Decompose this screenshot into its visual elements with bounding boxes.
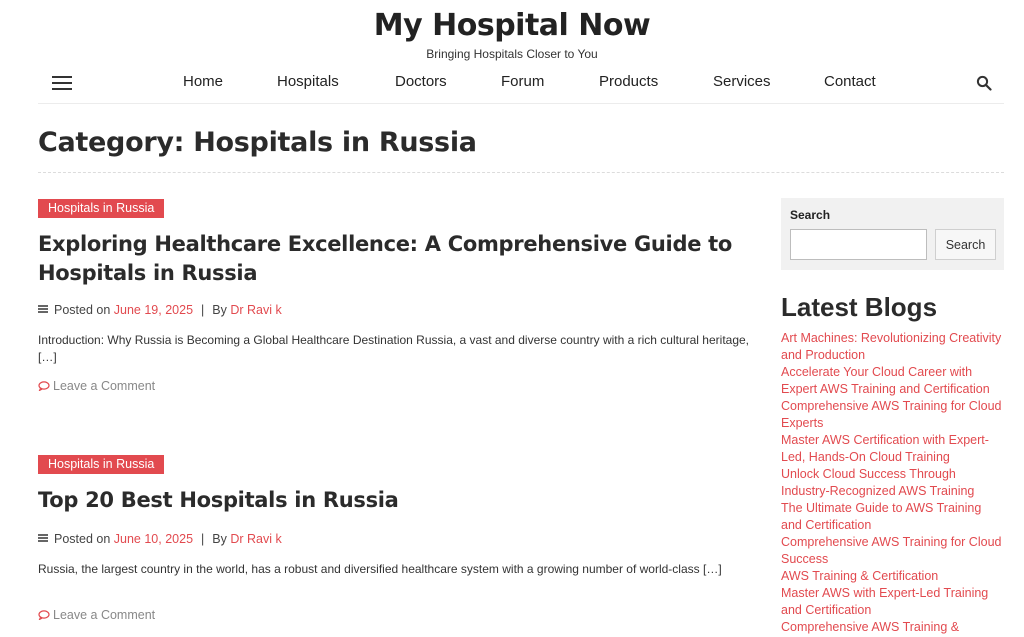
leave-comment-link[interactable]: Leave a Comment (38, 379, 155, 393)
search-input[interactable] (790, 229, 927, 260)
latest-blog-link[interactable]: AWS Training & Certification (781, 568, 1004, 585)
nav-item-home[interactable]: Home (183, 73, 223, 90)
latest-blog-link[interactable]: Master AWS with Expert-Led Training and … (781, 585, 1004, 619)
latest-blog-link[interactable]: Art Machines: Revolutionizing Creativity… (781, 330, 1004, 364)
post-title[interactable]: Exploring Healthcare Excellence: A Compr… (38, 230, 758, 288)
latest-blog-link[interactable]: Comprehensive AWS Training for Cloud Exp… (781, 398, 1004, 432)
posted-on-label: Posted on (54, 532, 111, 546)
search-label: Search (790, 208, 831, 222)
leave-comment-link[interactable]: Leave a Comment (38, 608, 155, 622)
meta-separator: | (201, 303, 205, 317)
search-icon[interactable] (976, 75, 992, 91)
nav-item-services[interactable]: Services (713, 73, 771, 90)
post-date-link[interactable]: June 10, 2025 (114, 532, 193, 546)
nav-item-doctors[interactable]: Doctors (395, 73, 447, 90)
post-excerpt: Introduction: Why Russia is Becoming a G… (38, 333, 750, 364)
latest-blog-link[interactable]: Comprehensive AWS Training for Cloud Suc… (781, 534, 1004, 568)
post-meta: Posted on June 10, 2025 | By Dr Ravi k (38, 532, 282, 546)
site-header: My Hospital Now Bringing Hospitals Close… (0, 0, 1024, 106)
by-label: By (212, 303, 227, 317)
post-author-link[interactable]: Dr Ravi k (230, 303, 281, 317)
post-date-link[interactable]: June 19, 2025 (114, 303, 193, 317)
latest-blogs-title: Latest Blogs (781, 292, 938, 322)
nav-item-contact[interactable]: Contact (824, 73, 876, 90)
comment-bubble-icon (38, 610, 50, 620)
nav-item-forum[interactable]: Forum (501, 73, 544, 90)
latest-blog-link[interactable]: The Ultimate Guide to AWS Training and C… (781, 500, 1004, 534)
latest-blog-link[interactable]: Accelerate Your Cloud Career with Expert… (781, 364, 1004, 398)
comment-bubble-icon (38, 381, 50, 391)
menu-lines-icon (38, 305, 48, 313)
posted-on-label: Posted on (54, 303, 111, 317)
hamburger-menu-icon[interactable] (52, 76, 72, 90)
site-title[interactable]: My Hospital Now (0, 8, 1024, 43)
latest-blog-link[interactable]: Master AWS Certification with Expert-Led… (781, 432, 1004, 466)
post-card: Hospitals in Russia Exploring Healthcare… (38, 199, 758, 409)
main-navigation: Home Hospitals Doctors Forum Products Se… (38, 66, 1004, 104)
post-category-badge[interactable]: Hospitals in Russia (38, 199, 165, 218)
by-label: By (212, 532, 227, 546)
meta-separator: | (201, 532, 205, 546)
search-button[interactable]: Search (935, 229, 996, 260)
search-widget: Search Search (781, 198, 1004, 270)
latest-blog-link[interactable]: Comprehensive AWS Training & (781, 619, 1004, 636)
leave-comment-label: Leave a Comment (53, 379, 156, 393)
menu-lines-icon (38, 534, 48, 542)
nav-item-products[interactable]: Products (599, 73, 658, 90)
post-author-link[interactable]: Dr Ravi k (230, 532, 281, 546)
site-tagline: Bringing Hospitals Closer to You (426, 47, 598, 61)
post-card: Hospitals in Russia Top 20 Best Hospital… (38, 455, 758, 637)
post-meta: Posted on June 19, 2025 | By Dr Ravi k (38, 303, 282, 317)
nav-item-hospitals[interactable]: Hospitals (277, 73, 339, 90)
page-title: Category: Hospitals in Russia (38, 127, 477, 158)
latest-blog-link[interactable]: Unlock Cloud Success Through Industry-Re… (781, 466, 1004, 500)
leave-comment-label: Leave a Comment (53, 608, 156, 622)
post-excerpt: Russia, the largest country in the world… (38, 562, 722, 576)
latest-blogs-list: Art Machines: Revolutionizing Creativity… (781, 330, 1004, 636)
post-category-badge[interactable]: Hospitals in Russia (38, 455, 165, 474)
title-divider (38, 172, 1004, 173)
post-title[interactable]: Top 20 Best Hospitals in Russia (38, 486, 758, 515)
